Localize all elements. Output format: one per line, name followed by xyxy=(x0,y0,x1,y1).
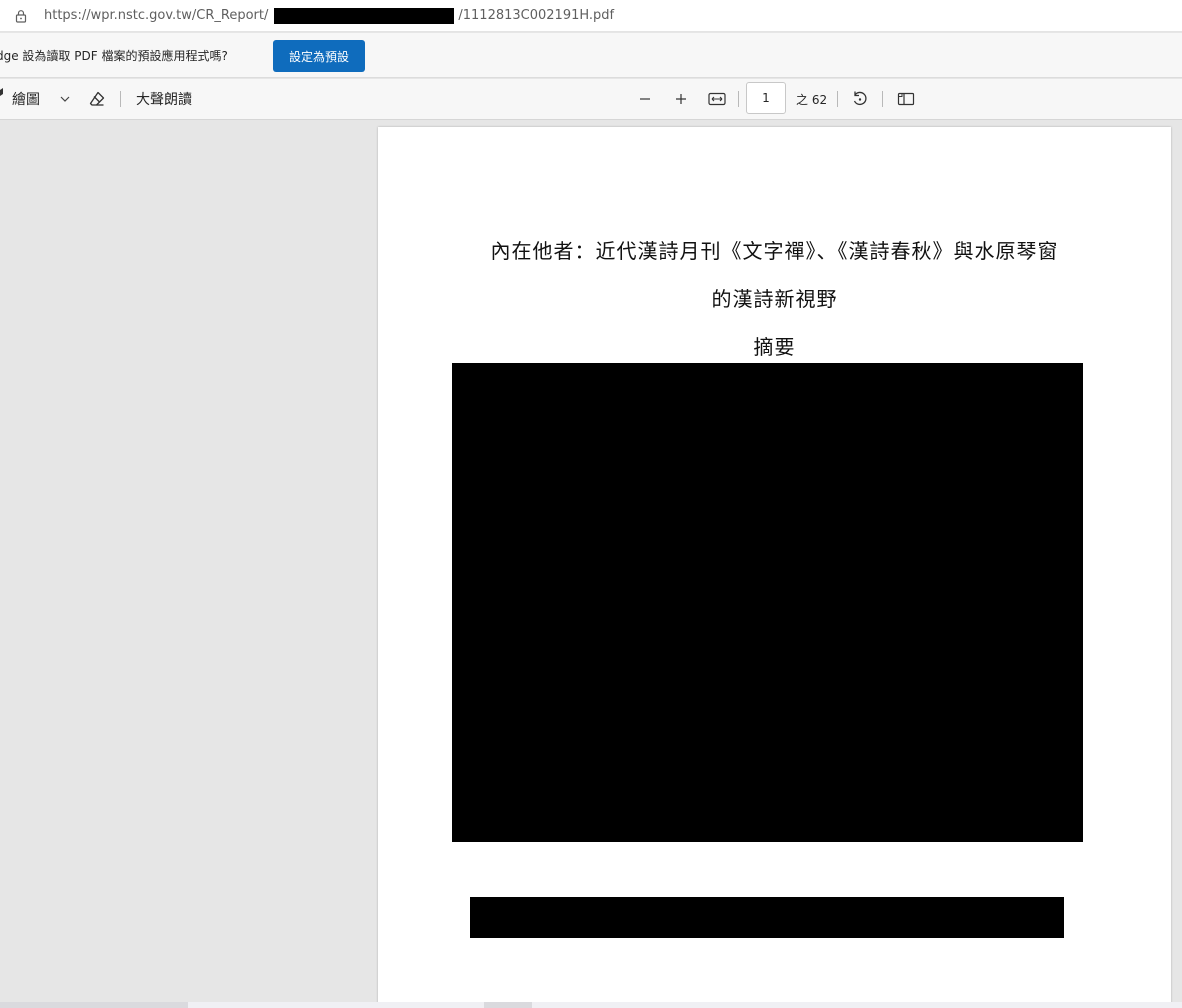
document-title-line-2: 的漢詩新視野 xyxy=(711,287,838,311)
url-prefix: https://wpr.nstc.gov.tw/CR_Report/ xyxy=(44,8,269,23)
taskbar-segment xyxy=(188,1002,484,1008)
pdf-page[interactable]: 內在他者：近代漢詩月刊《文字禪》、《漢詩春秋》與水原琴窗 的漢詩新視野 摘要 xyxy=(378,127,1171,1008)
chevron-down-icon[interactable] xyxy=(58,91,72,107)
read-aloud-button[interactable]: 大聲朗讀 xyxy=(136,89,192,109)
address-bar[interactable]: https://wpr.nstc.gov.tw/CR_Report/ /1112… xyxy=(0,0,1182,32)
url-redaction xyxy=(274,7,455,24)
fit-to-width-icon[interactable] xyxy=(706,89,728,109)
set-as-default-button[interactable]: 設定為預設 xyxy=(273,40,365,72)
page-view-icon[interactable] xyxy=(895,89,917,109)
taskbar-edge xyxy=(0,1002,1182,1008)
rotate-icon[interactable] xyxy=(849,88,871,110)
highlight-icon[interactable] xyxy=(0,88,4,102)
default-app-notification-bar: dge 設為讀取 PDF 檔案的預設應用程式嗎? 設定為預設 xyxy=(0,33,1182,78)
toolbar-divider xyxy=(837,91,838,107)
url-suffix: /1112813C002191H.pdf xyxy=(458,8,615,23)
url-text[interactable]: https://wpr.nstc.gov.tw/CR_Report/ /1112… xyxy=(44,7,615,24)
abstract-heading: 摘要 xyxy=(753,335,796,359)
draw-label[interactable]: 繪圖 xyxy=(12,89,40,109)
taskbar-segment xyxy=(532,1002,1182,1008)
pdf-document-area[interactable]: 內在他者：近代漢詩月刊《文字禪》、《漢詩春秋》與水原琴窗 的漢詩新視野 摘要 xyxy=(0,121,1182,1008)
page-number-input[interactable] xyxy=(746,82,786,114)
pdf-viewer-window: https://wpr.nstc.gov.tw/CR_Report/ /1112… xyxy=(0,0,1182,1008)
pdf-toolbar: 繪圖 大聲朗讀 之 62 xyxy=(0,79,1182,120)
document-title-line-1: 內在他者：近代漢詩月刊《文字禪》、《漢詩春秋》與水原琴窗 xyxy=(490,239,1059,263)
redacted-abstract-block xyxy=(452,363,1083,842)
eraser-icon[interactable] xyxy=(87,89,107,109)
toolbar-divider xyxy=(738,91,739,107)
toolbar-divider xyxy=(882,91,883,107)
zoom-out-icon[interactable] xyxy=(636,89,654,109)
redacted-keywords-block xyxy=(470,897,1064,938)
notification-text: dge 設為讀取 PDF 檔案的預設應用程式嗎? xyxy=(0,48,228,63)
toolbar-divider xyxy=(120,91,121,107)
page-total-label: 之 62 xyxy=(796,92,828,107)
zoom-in-icon[interactable] xyxy=(672,89,690,109)
lock-icon[interactable] xyxy=(14,9,28,23)
